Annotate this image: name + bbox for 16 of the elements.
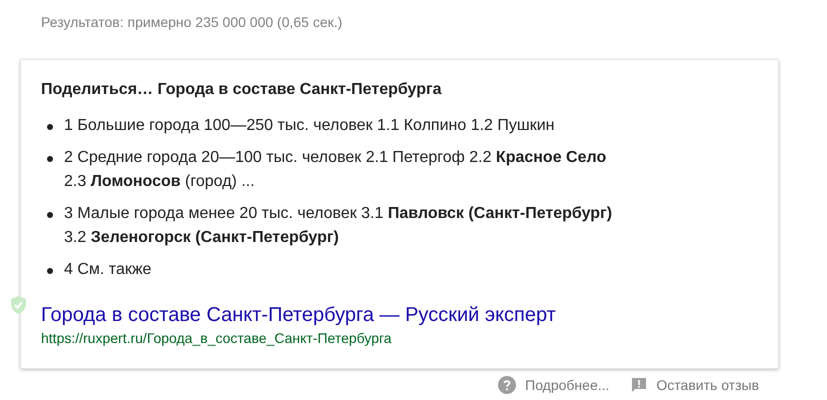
bullet-icon [47, 156, 53, 162]
result-link[interactable]: Города в составе Санкт-Петербурга — Русский эксперт [41, 304, 556, 326]
list-item-text: 3 Малые города менее 20 тыс. человек 3.1 Павловск (Санкт-Петербург) 3.2 Зеленогорск (Санкт-Петербург) [64, 204, 612, 248]
list-item-text: 1 Большие города 100—250 тыс. человек 1.1 Колпино 1.2 Пушкин [64, 116, 554, 136]
footer-link[interactable]: Подробнее... [498, 375, 610, 395]
bullet-icon [47, 268, 53, 274]
feedback-icon [631, 377, 648, 393]
result-stats: Результатов: примерно 235 000 000 (0,65 сек.) [41, 14, 342, 30]
help-icon [498, 376, 516, 394]
list-item-text: 2 Средние города 20—100 тыс. человек 2.1 Петергоф 2.2 Красное Село 2.3 Ломоносов (город) ... [64, 148, 606, 192]
bullet-icon [47, 124, 53, 130]
list-item-text: 4 См. также [64, 260, 152, 280]
bullet-icon [47, 212, 53, 218]
footer-link[interactable]: Оставить отзыв [631, 375, 759, 395]
snippet-title: Поделиться… Города в составе Санкт-Петербурга [41, 81, 442, 98]
result-url: https://ruxpert.ru/Города_в_составе_Санкт-Петербурга [41, 330, 392, 346]
